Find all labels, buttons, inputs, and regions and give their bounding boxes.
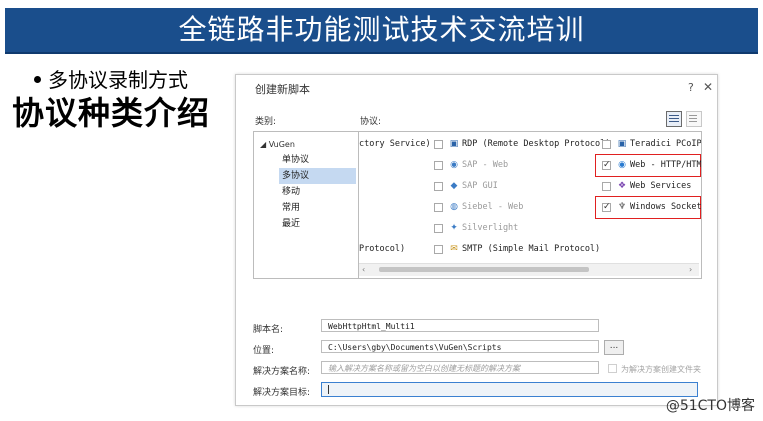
sap-gui-icon: ◆ <box>450 181 458 191</box>
help-icon[interactable]: ? <box>688 81 694 94</box>
smtp-icon: ✉ <box>450 244 458 254</box>
close-icon[interactable]: ✕ <box>703 80 713 94</box>
protocol-checkbox[interactable] <box>434 224 443 233</box>
detail-view-icon[interactable] <box>686 111 702 127</box>
scroll-left-icon[interactable]: ‹ <box>362 265 365 274</box>
protocol-checkbox[interactable] <box>434 161 443 170</box>
location-label: 位置: <box>253 346 275 356</box>
scrollbar-thumb[interactable] <box>379 267 589 272</box>
protocol-web-services[interactable]: Web Services <box>630 181 691 191</box>
solution-target-input[interactable] <box>321 382 698 397</box>
title-bar: 全链路非功能测试技术交流培训 <box>5 8 758 54</box>
protocol-label: 协议: <box>360 117 382 127</box>
protocol-cut-label: Protocol) <box>359 244 406 254</box>
slide-header: 全链路非功能测试技术交流培训 <box>0 0 763 55</box>
category-single-protocol[interactable]: 单协议 <box>282 152 356 168</box>
dialog-title: 创建新脚本 <box>255 83 310 96</box>
category-tree: ◢ VuGen 单协议 多协议 移动 常用 最近 <box>253 131 359 279</box>
list-view-icon[interactable] <box>666 111 682 127</box>
category-label: 类别: <box>255 117 277 127</box>
create-script-dialog: 创建新脚本 ? ✕ 类别: 协议: ◢ VuGen 单协议 多协议 移动 常用 … <box>235 74 718 406</box>
web-services-icon: ❖ <box>617 181 627 191</box>
slide-title: 全链路非功能测试技术交流培训 <box>178 13 585 46</box>
create-folder-label: 为解决方案创建文件夹 <box>621 365 701 374</box>
protocol-smtp[interactable]: SMTP (Simple Mail Protocol) <box>462 244 600 254</box>
protocol-checkbox[interactable] <box>434 140 443 149</box>
protocol-cut-label: ctory Service) <box>359 139 431 149</box>
script-name-label: 脚本名: <box>253 325 284 335</box>
protocol-windows-sockets[interactable]: Windows Sockets <box>630 202 701 212</box>
sockets-icon: ♆ <box>617 202 627 212</box>
siebel-icon: ◍ <box>450 202 458 212</box>
category-mobile[interactable]: 移动 <box>282 184 356 200</box>
protocol-siebel-web[interactable]: Siebel - Web <box>462 202 523 212</box>
protocol-checkbox[interactable] <box>434 203 443 212</box>
solution-name-label: 解决方案名称: <box>253 367 311 377</box>
protocol-web-http-html[interactable]: Web - HTTP/HTML <box>630 160 701 170</box>
protocol-checkbox-checked[interactable]: ✓ <box>602 161 611 170</box>
horizontal-scrollbar[interactable]: ‹ › <box>359 263 699 276</box>
browse-button[interactable]: ... <box>604 340 624 355</box>
category-common[interactable]: 常用 <box>282 200 356 216</box>
protocol-sap-gui[interactable]: SAP GUI <box>462 181 498 191</box>
silverlight-icon: ✦ <box>450 223 458 233</box>
category-recent[interactable]: 最近 <box>282 216 356 232</box>
web-icon: ◉ <box>618 160 626 170</box>
watermark: @51CTO博客 <box>665 398 755 414</box>
solution-target-label: 解决方案目标: <box>253 388 311 398</box>
solution-name-input[interactable]: 输入解决方案名称或留为空白以创建无标题的解决方案 <box>321 361 599 374</box>
protocol-checkbox[interactable] <box>602 182 611 191</box>
teradici-icon: ▣ <box>617 139 627 149</box>
scroll-right-icon[interactable]: › <box>689 265 692 274</box>
category-multi-protocol[interactable]: 多协议 <box>279 168 356 184</box>
tree-node-vugen[interactable]: ◢ VuGen <box>260 140 295 149</box>
protocol-sap-web[interactable]: SAP - Web <box>462 160 508 170</box>
bullet-icon <box>34 76 41 83</box>
protocol-rdp[interactable]: RDP (Remote Desktop Protocol) <box>462 139 610 149</box>
protocol-teradici[interactable]: Teradici PCoIP <box>630 139 701 149</box>
location-input[interactable]: C:\Users\gby\Documents\VuGen\Scripts <box>321 340 599 353</box>
sap-web-icon: ◉ <box>450 160 458 170</box>
create-folder-checkbox[interactable] <box>608 364 617 373</box>
rdp-icon: ▣ <box>449 139 459 149</box>
protocol-list: ctory Service) Protocol) ▣ RDP (Remote D… <box>358 131 702 279</box>
protocol-checkbox-checked[interactable]: ✓ <box>602 203 611 212</box>
section-heading: 协议种类介绍 <box>12 94 211 132</box>
protocol-checkbox[interactable] <box>602 140 611 149</box>
protocol-checkbox[interactable] <box>434 245 443 254</box>
protocol-checkbox[interactable] <box>434 182 443 191</box>
text-caret <box>328 385 329 394</box>
protocol-silverlight[interactable]: Silverlight <box>462 223 518 233</box>
script-name-input[interactable]: WebHttpHtml_Multi1 <box>321 319 599 332</box>
